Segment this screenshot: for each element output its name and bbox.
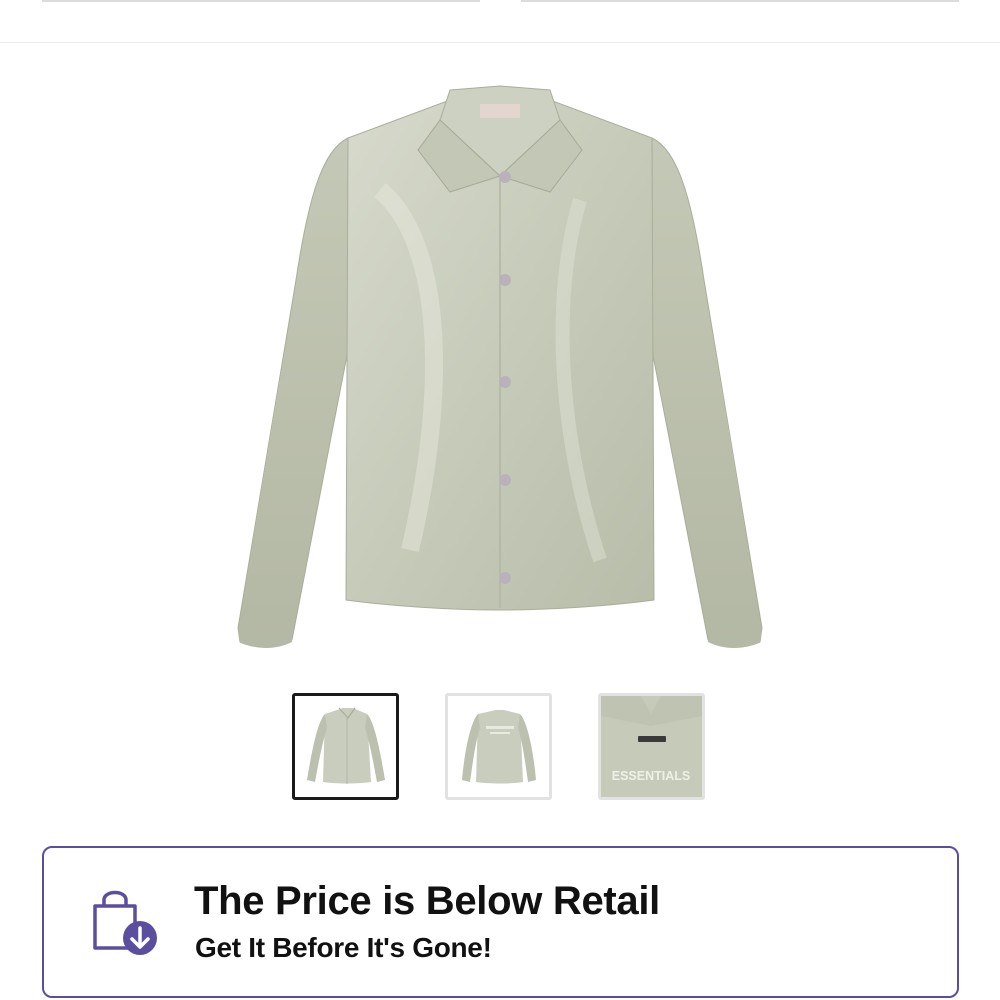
top-tab-left[interactable] [42, 0, 480, 2]
shopping-bag-price-down-icon [90, 888, 162, 960]
banner-subtitle: Get It Before It's Gone! [195, 932, 492, 963]
price-alert-banner: The Price is Below Retail Get It Before … [42, 846, 959, 998]
thumbnail-back-detail[interactable]: ESSENTIALS [598, 693, 705, 800]
product-main-image [230, 80, 770, 655]
thumbnail-back[interactable] [445, 693, 552, 800]
header-divider [0, 42, 1000, 43]
top-tab-right[interactable] [521, 0, 959, 2]
banner-title: The Price is Below Retail [194, 879, 660, 923]
thumbnail-essentials-text: ESSENTIALS [612, 769, 691, 783]
thumbnail-front[interactable] [292, 693, 399, 800]
